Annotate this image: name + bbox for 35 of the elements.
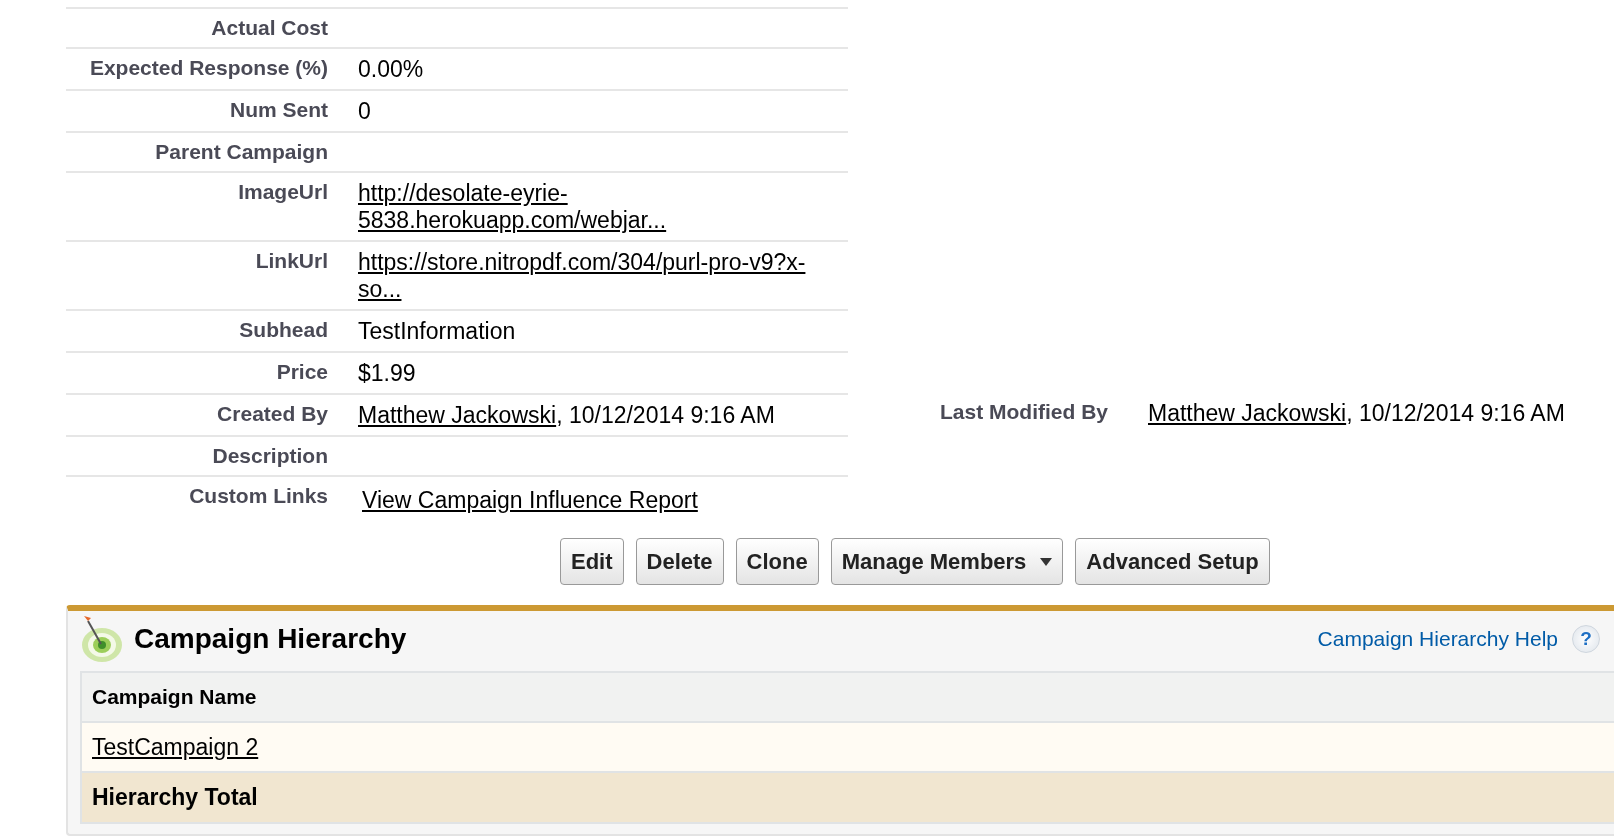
field-label: Price [275, 359, 328, 385]
target-icon [80, 615, 124, 663]
action-button[interactable]: Edit [560, 538, 624, 585]
field-label: Num Sent [229, 97, 328, 123]
total-label: Hierarchy Total [92, 784, 258, 810]
url-link[interactable]: http://desolate-eyrie-5838.herokuapp.com/webjar... [358, 180, 848, 234]
section-title: Campaign Hierarchy [134, 622, 407, 656]
field-value: 0.00% [358, 56, 424, 82]
user-link[interactable]: Matthew Jackowski [1148, 400, 1347, 426]
help-icon[interactable]: ? [1572, 625, 1600, 653]
user-link[interactable]: Matthew Jackowski [358, 402, 557, 428]
field-label: Parent Campaign [154, 139, 328, 165]
field-label: Actual Cost [210, 15, 328, 41]
field-label: Created By [216, 401, 328, 427]
field-value: Matthew Jackowski, 10/12/2014 9:16 AM [1148, 400, 1565, 426]
action-button[interactable]: Clone [735, 538, 819, 585]
field-value: Matthew Jackowski, 10/12/2014 9:16 AM [358, 402, 775, 428]
field-label: LinkUrl [254, 248, 328, 274]
dropdown-button[interactable]: Manage Members [830, 538, 1064, 585]
help-link[interactable]: Campaign Hierarchy Help [1317, 623, 1558, 655]
url-link[interactable]: https://store.nitropdf.com/304/purl-pro-v9?x-so... [358, 249, 848, 303]
field-value: TestInformation [358, 318, 516, 344]
field-value: 0 [358, 98, 371, 124]
field-value: $1.99 [358, 360, 416, 386]
field-label: Last Modified By [939, 399, 1108, 425]
field-label: Description [211, 443, 328, 469]
field-label: Subhead [238, 317, 328, 343]
action-button[interactable]: Advanced Setup [1075, 538, 1270, 585]
field-label: Expected Response (%) [88, 55, 328, 81]
action-button[interactable]: Delete [635, 538, 724, 585]
field-label: Custom Links [188, 483, 328, 509]
campaign-link[interactable]: TestCampaign 2 [92, 733, 259, 760]
column-header: Campaign Name [82, 673, 1614, 723]
field-label: ImageUrl [237, 179, 328, 205]
report-link[interactable]: View Campaign Influence Report [362, 487, 698, 513]
